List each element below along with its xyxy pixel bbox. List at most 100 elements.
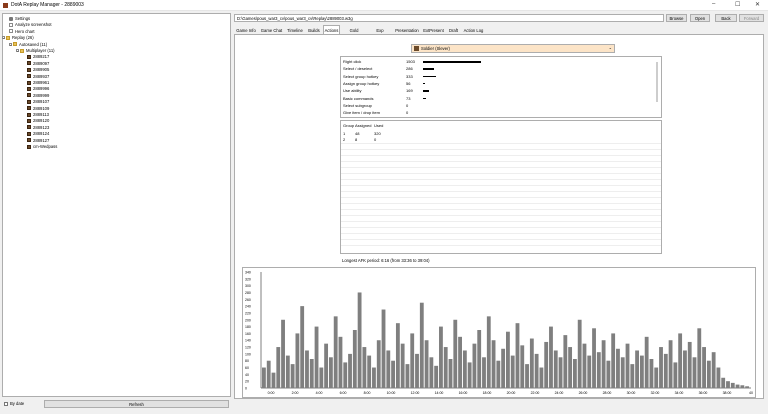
replay-list-item[interactable]: 2889127 [27, 138, 203, 143]
tree-item-label: Settings [15, 16, 31, 21]
player-select[interactable]: Soldier (Slever) ⌄ [411, 44, 615, 53]
replay-path-input[interactable]: D:\Games\pous_war3_cv\pous_war3_cv\Repla… [234, 14, 664, 22]
tree-item-label: 2889937 [33, 73, 50, 79]
apm-bar [644, 336, 649, 388]
apm-bar [501, 348, 506, 388]
browse-button[interactable]: Browse [666, 14, 687, 22]
tree-item-label: Hero chart [15, 28, 35, 34]
action-name: Basic commands [343, 95, 374, 101]
action-row: Use ability 169 [343, 87, 643, 94]
replay-icon [27, 99, 31, 104]
replay-tree[interactable]: Settings Analyze screenshot Hero chart − Rep… [2, 13, 231, 397]
replay-list-item[interactable]: 2889123 [27, 125, 203, 130]
replay-icon [27, 93, 31, 98]
apm-bar [625, 343, 630, 388]
tab-actions[interactable]: Actions [323, 25, 340, 34]
group-column-header: Assigned [355, 123, 372, 128]
tree-item-label: 2889123 [33, 124, 50, 130]
apm-bar [721, 377, 726, 388]
apm-bar [367, 355, 372, 388]
apm-bar [467, 362, 472, 388]
open-button[interactable]: Open [690, 14, 710, 22]
grid-line [341, 191, 661, 192]
replay-list-item[interactable]: 2889999 [27, 93, 203, 98]
apm-bar [319, 367, 324, 388]
replay-icon [27, 112, 31, 117]
tab-exp-timeline[interactable]: Exp timeline [368, 25, 392, 42]
tab-timeline[interactable]: Timeline [285, 25, 305, 34]
forward-button[interactable]: Forward [739, 14, 764, 22]
action-name: Select subgroup [343, 102, 372, 108]
replay-list-item[interactable]: 2889107 [27, 99, 203, 104]
apm-bar [711, 352, 716, 388]
replay-icon [27, 74, 31, 79]
replay-list-item[interactable]: 2889905 [27, 67, 203, 72]
apm-bar [290, 364, 295, 388]
maximize-button[interactable]: ☐ [735, 1, 740, 8]
apm-bar [276, 347, 281, 388]
replay-list-item[interactable]: 2889961 [27, 80, 203, 85]
replay-list-item[interactable]: cm-Wedpass [27, 144, 203, 149]
y-tick-label: 140 [245, 339, 251, 343]
group-column-header: Used [374, 123, 384, 128]
tab-draft[interactable]: Draft [446, 25, 461, 34]
grid-line [341, 221, 661, 222]
apm-bar [639, 355, 644, 388]
apm-bar [730, 382, 735, 388]
y-tick-label: 0 [245, 387, 247, 391]
tab-game-info[interactable]: Game Info [234, 25, 258, 34]
replay-icon [27, 61, 31, 66]
title-bar: DotA Replay Manager - 2889003 – ☐ ✕ [0, 0, 768, 11]
tree-item-label: 2889996 [33, 86, 50, 92]
tree-item[interactable]: Settings [9, 16, 203, 21]
replay-list-item[interactable]: 2889217 [27, 54, 203, 59]
expander-icon[interactable]: − [2, 36, 5, 40]
grid-line [341, 179, 661, 180]
refresh-button[interactable]: Refresh [44, 400, 229, 408]
expander-icon[interactable]: − [16, 49, 19, 53]
grid-line [341, 197, 661, 198]
tree-item[interactable]: − Replay (26) [2, 35, 203, 40]
back-button[interactable]: Back [715, 14, 737, 22]
by-date-checkbox[interactable] [4, 402, 8, 406]
tab-action-log[interactable]: Action Log [462, 25, 485, 34]
apm-bar [678, 333, 683, 388]
tree-item-label: 2889999 [33, 92, 50, 98]
apm-bar [357, 292, 362, 388]
replay-list-item[interactable]: 2889996 [27, 86, 203, 91]
y-tick-label: 20 [245, 380, 249, 384]
group-column-header: Group [343, 123, 355, 128]
grid-line [341, 203, 661, 204]
x-tick-label: 22:00 [531, 391, 540, 395]
group-cell: 320 [374, 131, 381, 136]
close-button[interactable]: ✕ [755, 1, 760, 8]
apm-bar [482, 357, 486, 388]
tab-game-chat[interactable]: Game Chat [259, 25, 284, 34]
replay-list-item[interactable]: 2889113 [27, 112, 203, 117]
replay-list-item[interactable]: 2889937 [27, 74, 203, 79]
expander-icon[interactable]: − [9, 42, 12, 46]
minimize-button[interactable]: – [712, 1, 715, 7]
apm-bar [506, 331, 510, 388]
actions-scrollbar[interactable] [656, 62, 658, 102]
tree-item[interactable]: − Autosaved (11) [9, 42, 203, 47]
tree-item[interactable]: − Multiplayer (11) [16, 48, 203, 53]
tab-builds[interactable]: Builds [306, 25, 322, 34]
grid-line [341, 215, 661, 216]
y-tick-label: 200 [245, 318, 251, 322]
y-tick-label: 240 [245, 305, 251, 309]
apm-bar [429, 357, 434, 388]
tree-item[interactable]: Analyze screenshot [9, 22, 203, 27]
replay-list-item[interactable]: 2889097 [27, 61, 203, 66]
tree-item[interactable]: Hero chart [9, 29, 203, 34]
apm-bar [735, 384, 740, 388]
replay-list-item[interactable]: 2889120 [27, 118, 203, 123]
replay-list-item[interactable]: 2889124 [27, 131, 203, 136]
apm-bar [525, 364, 529, 388]
tab-gold-timeline[interactable]: Gold timeline [341, 25, 367, 42]
replay-icon [27, 118, 31, 123]
folder-icon [20, 48, 24, 53]
replay-list-item[interactable]: 2889109 [27, 106, 203, 111]
tab-extpresent[interactable]: ExtPresent [422, 25, 445, 34]
tab-presentation[interactable]: Presentation [393, 25, 421, 34]
